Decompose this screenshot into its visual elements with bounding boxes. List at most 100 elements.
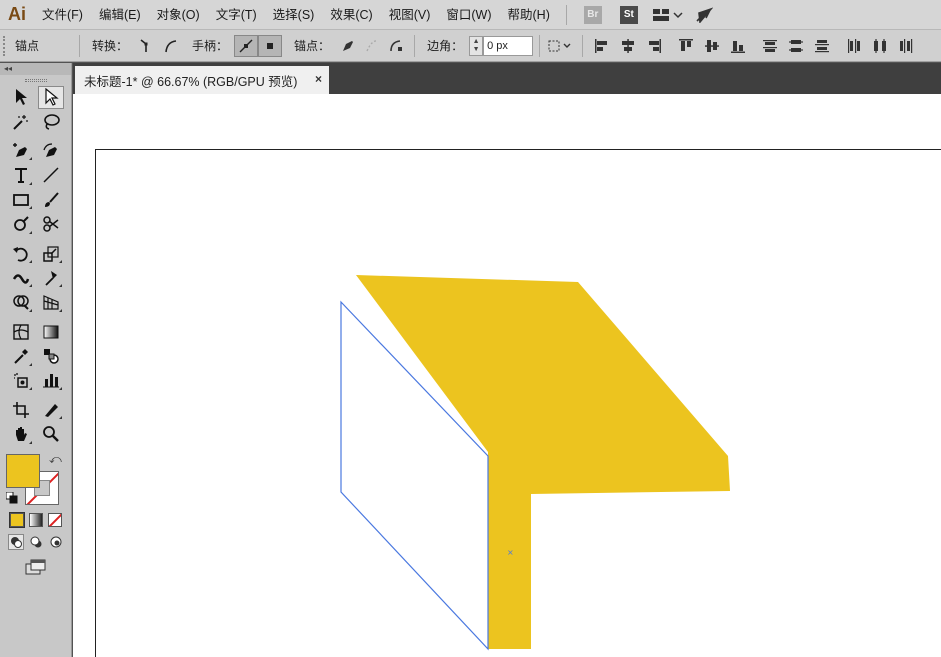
workspace-switcher-button[interactable] — [652, 8, 683, 22]
distribute-bottom-button[interactable] — [811, 35, 833, 57]
connect-path-icon — [366, 39, 378, 51]
document-tab[interactable]: 未标题-1* @ 66.67% (RGB/GPU 预览) × — [75, 66, 329, 94]
fill-color-swatch[interactable] — [6, 454, 40, 489]
menu-file[interactable]: 文件(F) — [34, 0, 91, 30]
distribute-vcenter-button[interactable] — [785, 35, 807, 57]
menu-type[interactable]: 文字(T) — [208, 0, 265, 30]
default-fill-stroke-icon[interactable] — [6, 492, 18, 504]
pen-tool[interactable] — [8, 139, 34, 162]
align-right-button[interactable] — [643, 35, 665, 57]
menu-help[interactable]: 帮助(H) — [500, 0, 558, 30]
shaper-tool[interactable] — [8, 213, 34, 236]
align-top-icon — [679, 38, 694, 51]
distribute-hcenter-button[interactable] — [869, 35, 891, 57]
select-similar-button[interactable] — [546, 35, 576, 57]
gpu-performance-button[interactable] — [695, 6, 713, 23]
align-top-button[interactable] — [675, 35, 697, 57]
curvature-tool[interactable] — [38, 139, 64, 162]
distribute-right-icon — [900, 38, 913, 53]
rotate-tool[interactable] — [8, 242, 34, 265]
close-tab-icon[interactable]: × — [315, 72, 322, 86]
rocket-icon — [696, 6, 713, 23]
hand-tool[interactable] — [8, 423, 34, 446]
paintbrush-tool[interactable] — [38, 188, 64, 211]
canvas[interactable]: × — [73, 94, 941, 657]
distribute-left-button[interactable] — [843, 35, 865, 57]
draw-normal-icon — [10, 537, 22, 549]
type-tool[interactable] — [8, 164, 34, 187]
line-segment-tool[interactable] — [38, 164, 64, 187]
zoom-tool[interactable] — [38, 423, 64, 446]
show-handles-button[interactable] — [234, 34, 259, 57]
bridge-button[interactable]: Br — [583, 5, 602, 24]
column-graph-tool[interactable] — [38, 369, 64, 392]
document-tab-bar: 未标题-1* @ 66.67% (RGB/GPU 预览) × — [73, 63, 941, 94]
direct-selection-tool[interactable] — [37, 85, 64, 109]
rotate-tool-icon — [12, 246, 28, 262]
workspace-grid-icon — [652, 8, 683, 21]
rectangle-tool[interactable] — [8, 188, 34, 211]
scissors-tool[interactable] — [38, 213, 64, 236]
document-tab-title: 未标题-1* @ 66.67% (RGB/GPU 预览) — [84, 74, 298, 89]
align-right-icon — [649, 38, 662, 53]
distribute-right-button[interactable] — [895, 35, 917, 57]
menu-select[interactable]: 选择(S) — [265, 0, 323, 30]
distribute-hcenter-icon — [874, 38, 887, 53]
menu-effect[interactable]: 效果(C) — [322, 0, 380, 30]
remove-anchor-button[interactable] — [336, 35, 360, 57]
convert-to-smooth-button[interactable] — [158, 35, 182, 57]
menu-edit[interactable]: 编辑(E) — [91, 0, 149, 30]
line-segment-tool-icon — [42, 167, 59, 183]
draw-behind-button[interactable] — [28, 534, 44, 550]
draw-normal-button[interactable] — [7, 534, 24, 551]
rectangle-tool-icon — [12, 193, 29, 206]
artboard-tool[interactable] — [8, 398, 34, 421]
align-hcenter-button[interactable] — [617, 35, 639, 57]
stock-button[interactable]: St — [619, 5, 638, 24]
color-mode-button[interactable] — [8, 512, 25, 529]
width-tool[interactable] — [8, 266, 34, 289]
corner-radius-stepper[interactable]: ▲ ▼ — [469, 35, 484, 56]
cut-path-button[interactable] — [384, 35, 408, 57]
perspective-grid-tool[interactable] — [38, 291, 64, 314]
tools-panel-grip[interactable] — [0, 75, 71, 85]
draw-inside-button[interactable] — [48, 534, 64, 550]
column-graph-tool-icon — [42, 374, 59, 388]
hand-tool-icon — [15, 427, 27, 442]
shape-builder-tool[interactable] — [8, 291, 34, 314]
mesh-tool[interactable] — [8, 320, 34, 343]
align-left-button[interactable] — [591, 35, 613, 57]
gradient-tool[interactable] — [38, 320, 64, 343]
convert-label: 转换： — [92, 39, 129, 53]
menu-window[interactable]: 窗口(W) — [438, 0, 499, 30]
hide-handles-button[interactable] — [258, 34, 283, 57]
blend-tool[interactable] — [38, 345, 64, 368]
yellow-top-face[interactable] — [356, 275, 730, 649]
lasso-tool[interactable] — [38, 110, 64, 133]
eyedropper-tool[interactable] — [8, 345, 34, 368]
puppet-warp-tool[interactable] — [38, 266, 64, 289]
selection-tool[interactable] — [8, 86, 34, 109]
gradient-mode-button[interactable] — [28, 513, 43, 528]
hide-handles-icon — [267, 42, 274, 49]
screen-mode-icon — [25, 559, 45, 575]
collapse-panel-button[interactable]: ◂◂ — [0, 63, 71, 75]
slice-tool[interactable] — [38, 398, 64, 421]
align-bottom-button[interactable] — [727, 35, 749, 57]
menu-object[interactable]: 对象(O) — [149, 0, 208, 30]
convert-to-corner-button[interactable] — [134, 35, 158, 57]
magic-wand-tool[interactable] — [8, 110, 34, 133]
screen-mode-button[interactable] — [0, 554, 71, 580]
align-vcenter-button[interactable] — [701, 35, 723, 57]
symbol-sprayer-tool[interactable] — [8, 369, 34, 392]
none-mode-button[interactable] — [47, 513, 62, 528]
scale-tool[interactable] — [38, 242, 64, 265]
swap-fill-stroke-icon[interactable]: ⤺ — [49, 452, 62, 467]
menu-view[interactable]: 视图(V) — [381, 0, 439, 30]
eyedropper-tool-icon — [13, 349, 28, 364]
corner-radius-input[interactable]: 0 px — [483, 35, 534, 56]
distribute-top-button[interactable] — [759, 35, 781, 57]
show-handles-icon — [239, 39, 253, 52]
connect-endpoints-button[interactable] — [360, 35, 384, 57]
slice-tool-icon — [44, 403, 58, 417]
